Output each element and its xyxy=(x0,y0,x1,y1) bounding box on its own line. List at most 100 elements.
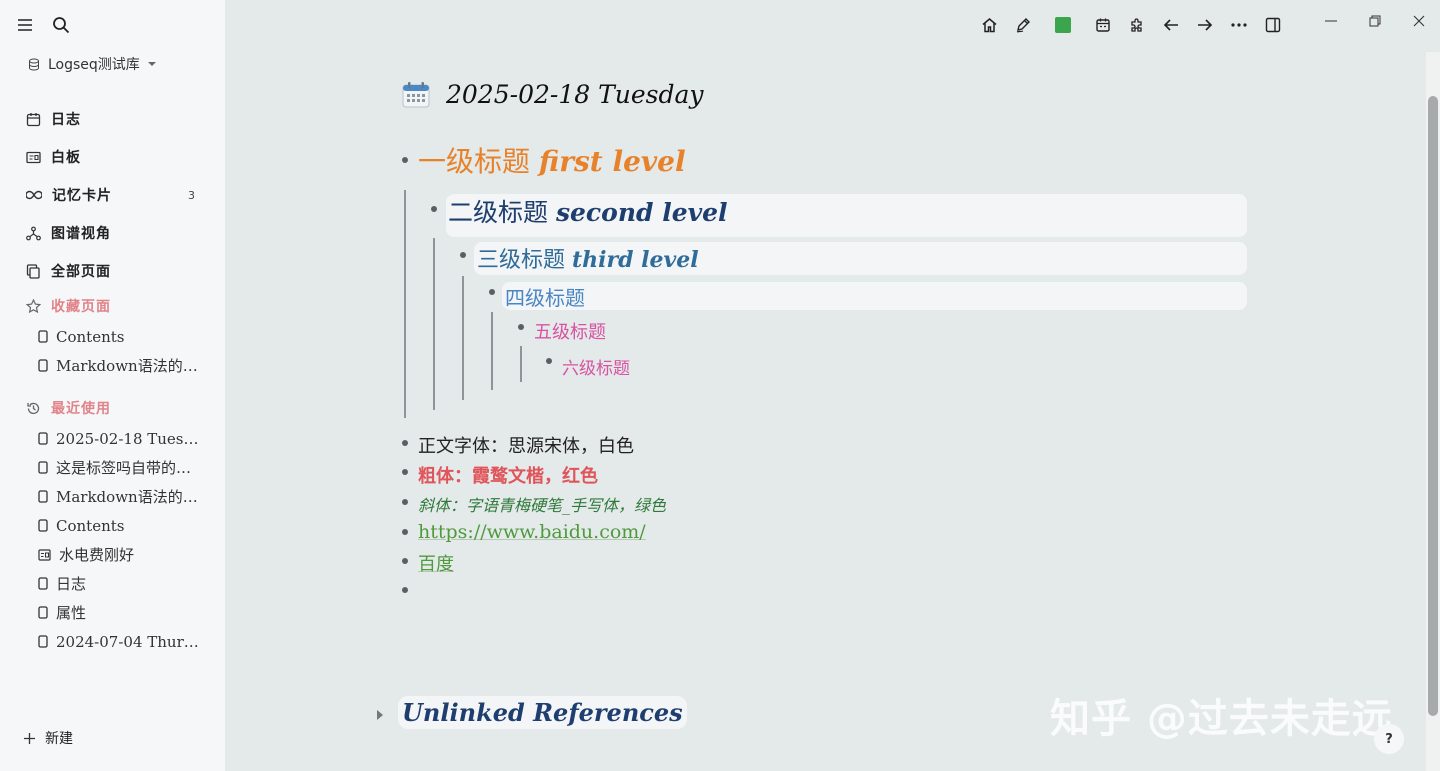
search-icon[interactable] xyxy=(50,14,72,36)
recent-item[interactable]: Contents xyxy=(26,511,216,540)
top-toolbar xyxy=(978,14,1296,36)
block-bullet[interactable] xyxy=(402,157,408,163)
unlinked-references-header[interactable]: Unlinked References xyxy=(398,696,687,729)
sidebar-item-label: 全部页面 xyxy=(51,264,111,280)
new-label: 新建 xyxy=(45,731,73,747)
baidu-link[interactable]: 百度 xyxy=(418,550,454,576)
collapse-toggle-icon[interactable] xyxy=(377,710,383,720)
restore-icon[interactable] xyxy=(1366,12,1384,30)
star-icon xyxy=(26,298,41,313)
right-sidebar-toggle-icon[interactable] xyxy=(1262,14,1284,36)
sidebar-item-all-pages[interactable]: 全部页面 xyxy=(26,252,196,290)
window-controls xyxy=(1322,12,1428,30)
recent-item[interactable]: 这是标签吗自带的… xyxy=(26,453,216,482)
calendar-icon[interactable] xyxy=(1092,14,1114,36)
favorites-header[interactable]: 收藏页面 xyxy=(26,290,216,322)
recent-label: Markdown语法的… xyxy=(56,488,198,506)
arrow-right-icon[interactable] xyxy=(1194,14,1216,36)
guide-line xyxy=(520,346,522,382)
recent-item[interactable]: Markdown语法的… xyxy=(26,482,216,511)
sidebar-item-journals[interactable]: 日志 xyxy=(26,100,196,138)
recent-header[interactable]: 最近使用 xyxy=(26,392,216,424)
h1-chinese: 一级标题 xyxy=(418,145,539,178)
recent-label: 这是标签吗自带的… xyxy=(56,459,192,477)
recent-item[interactable]: 日志 xyxy=(26,569,216,598)
page-title-text[interactable]: 2025-02-18 Tuesday xyxy=(446,80,704,109)
recent-label: 日志 xyxy=(56,575,87,593)
block-bullet[interactable] xyxy=(402,558,408,564)
graph-selector[interactable]: Logseq测试库 xyxy=(28,54,156,74)
recent-label: 水电费刚好 xyxy=(59,546,135,564)
sidebar-item-label: 图谱视角 xyxy=(51,226,111,242)
block-bullet[interactable] xyxy=(546,358,552,364)
scrollbar-thumb[interactable] xyxy=(1428,96,1438,716)
close-icon[interactable] xyxy=(1410,12,1428,30)
recent-item[interactable]: 2024-07-04 Thurs… xyxy=(26,627,216,656)
block-bullet[interactable] xyxy=(489,289,495,295)
recent-title: 最近使用 xyxy=(51,401,111,417)
more-icon[interactable] xyxy=(1228,14,1250,36)
heading-4-block[interactable]: 四级标题 xyxy=(505,282,585,311)
journal-calendar-icon xyxy=(402,81,430,107)
recent-item[interactable]: 水电费刚好 xyxy=(26,540,216,569)
heading-1-block[interactable]: 一级标题 first level xyxy=(418,140,686,180)
sidebar-item-label: 白板 xyxy=(51,150,81,166)
minimize-icon[interactable] xyxy=(1322,12,1340,30)
recent-label: Contents xyxy=(56,516,125,535)
pen-icon[interactable] xyxy=(1012,14,1034,36)
help-button[interactable]: ? xyxy=(1374,724,1404,754)
h1-english: first level xyxy=(538,145,686,178)
h3-english: third level xyxy=(572,247,699,273)
block-bullet[interactable] xyxy=(518,324,524,330)
calendar-icon xyxy=(26,112,41,126)
block-bullet[interactable] xyxy=(402,529,408,535)
sidebar-item-label: 日志 xyxy=(51,112,81,128)
sidebar-item-graph-view[interactable]: 图谱视角 xyxy=(26,214,196,252)
guide-line xyxy=(404,190,406,418)
block-bullet[interactable] xyxy=(431,206,437,212)
graph-name: Logseq测试库 xyxy=(48,57,140,73)
page-icon xyxy=(38,635,48,648)
guide-line xyxy=(433,238,435,410)
favorite-item[interactable]: Contents xyxy=(26,322,216,351)
heading-5-block[interactable]: 五级标题 xyxy=(534,318,606,344)
heading-2-block[interactable]: 二级标题 second level xyxy=(448,193,728,229)
page-icon xyxy=(38,432,48,445)
favorite-item[interactable]: Markdown语法的… xyxy=(26,351,216,380)
new-button[interactable]: 新建 xyxy=(24,728,73,748)
sidebar-item-whiteboards[interactable]: 白板 xyxy=(26,138,196,176)
block-bullet[interactable] xyxy=(402,440,408,446)
whiteboard-icon xyxy=(26,151,41,163)
h3-chinese: 三级标题 xyxy=(477,248,572,273)
recent-item[interactable]: 属性 xyxy=(26,598,216,627)
normal-text-block[interactable]: 正文字体：思源宋体，白色 xyxy=(418,432,634,458)
watermark: 知乎 @过去未走远 xyxy=(1050,696,1393,742)
recent-section: 最近使用 2025-02-18 Tuesday 这是标签吗自带的… Markdo… xyxy=(26,392,216,656)
sidebar-item-label: 记忆卡片 xyxy=(52,188,112,204)
menu-icon[interactable] xyxy=(14,14,36,36)
block-bullet[interactable] xyxy=(402,587,408,593)
whiteboard-icon xyxy=(38,548,51,561)
h2-english: second level xyxy=(555,198,728,227)
block-bullet[interactable] xyxy=(402,469,408,475)
recent-item[interactable]: 2025-02-18 Tuesday xyxy=(26,424,216,453)
page-title: 2025-02-18 Tuesday xyxy=(402,80,704,109)
infinity-icon xyxy=(26,190,42,200)
database-icon xyxy=(29,58,39,71)
heading-6-block[interactable]: 六级标题 xyxy=(562,354,630,379)
block-bullet[interactable] xyxy=(460,252,466,258)
left-sidebar: Logseq测试库 日志 白板 记忆卡片 3 图谱视角 全部页面 收藏页面 Co… xyxy=(0,0,225,771)
puzzle-icon[interactable] xyxy=(1126,14,1148,36)
sidebar-item-flashcards[interactable]: 记忆卡片 3 xyxy=(26,176,196,214)
h2-chinese: 二级标题 xyxy=(448,198,556,227)
sync-status-icon[interactable] xyxy=(1052,14,1074,36)
h4-block-bg xyxy=(502,282,1247,310)
block-bullet[interactable] xyxy=(402,499,408,505)
home-icon[interactable] xyxy=(978,14,1000,36)
page-icon xyxy=(38,577,48,590)
arrow-left-icon[interactable] xyxy=(1160,14,1182,36)
heading-3-block[interactable]: 三级标题 third level xyxy=(477,242,699,274)
url-link[interactable]: https://www.baidu.com/ xyxy=(418,521,646,543)
bold-text-block[interactable]: 粗体：霞鹜文楷，红色 xyxy=(418,462,598,488)
italic-text-block[interactable]: 斜体：字语青梅硬笔_手写体，绿色 xyxy=(418,492,666,516)
